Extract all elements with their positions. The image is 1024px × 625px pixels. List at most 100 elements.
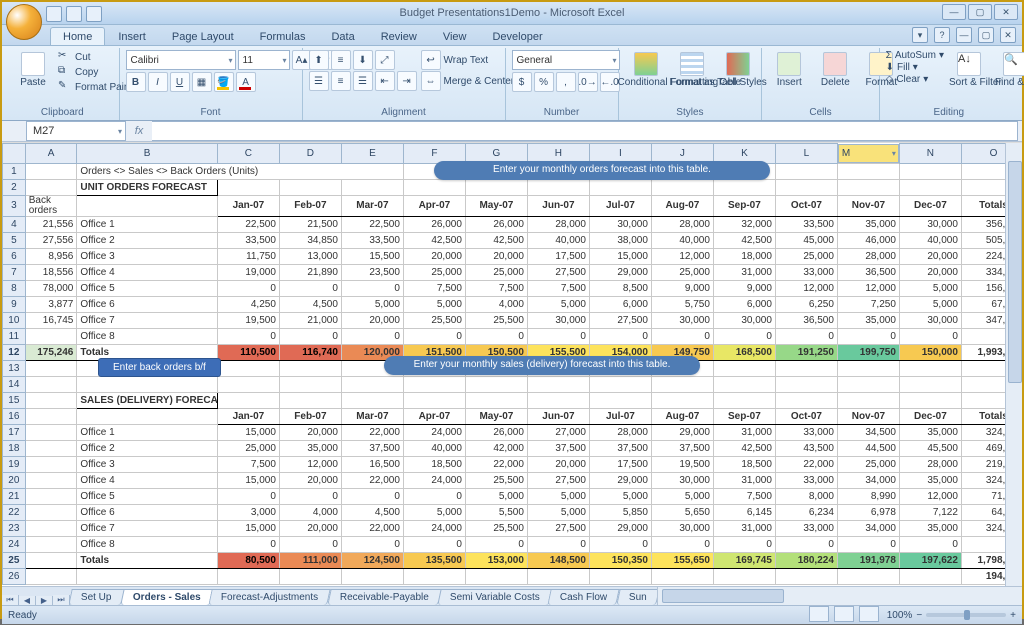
cell[interactable]: 34,000	[837, 472, 899, 488]
cell[interactable]: 35,000	[899, 472, 961, 488]
cell[interactable]: 5,000	[589, 488, 651, 504]
cell[interactable]: 25,000	[403, 264, 465, 280]
cell[interactable]	[837, 360, 899, 376]
cell[interactable]: 110,500	[217, 344, 279, 360]
cell[interactable]: 6,000	[589, 296, 651, 312]
cell[interactable]	[589, 392, 651, 408]
cell[interactable]: 45,000	[775, 232, 837, 248]
cell[interactable]: 124,500	[341, 552, 403, 568]
row-header[interactable]: 13	[3, 360, 26, 376]
cell[interactable]: 0	[217, 488, 279, 504]
col-header[interactable]: D	[279, 144, 341, 164]
cell[interactable]: 15,000	[217, 424, 279, 440]
cell[interactable]: 29,000	[589, 520, 651, 536]
row-header[interactable]: 8	[3, 280, 26, 296]
cell[interactable]: 150,000	[899, 344, 961, 360]
cell[interactable]	[775, 179, 837, 195]
cell[interactable]	[217, 179, 279, 195]
close-button[interactable]: ✕	[994, 4, 1018, 20]
doc-restore-icon[interactable]: ▢	[978, 27, 994, 43]
cell[interactable]: 20,000	[403, 248, 465, 264]
cell[interactable]: 0	[341, 328, 403, 344]
horizontal-scrollbar[interactable]	[657, 587, 1022, 605]
cell[interactable]: 17,500	[589, 456, 651, 472]
cell[interactable]: 7,500	[713, 488, 775, 504]
row-header[interactable]: 2	[3, 179, 26, 195]
cell[interactable]: 0	[589, 536, 651, 552]
bold-button[interactable]: B	[126, 72, 146, 92]
cell[interactable]: Nov-07	[837, 195, 899, 216]
cell[interactable]: 0	[279, 280, 341, 296]
cell[interactable]	[279, 179, 341, 195]
cell[interactable]: 22,000	[775, 456, 837, 472]
page-break-view-button[interactable]	[859, 606, 879, 622]
cell[interactable]: 5,850	[589, 504, 651, 520]
cell[interactable]: 169,745	[713, 552, 775, 568]
col-header[interactable]: B	[77, 144, 218, 164]
cell[interactable]: 35,000	[279, 440, 341, 456]
row-header[interactable]: 21	[3, 488, 26, 504]
cell[interactable]: 0	[341, 488, 403, 504]
cell[interactable]: Feb-07	[279, 195, 341, 216]
doc-minimize-icon[interactable]: —	[956, 27, 972, 43]
row-header[interactable]: 19	[3, 456, 26, 472]
worksheet-area[interactable]: A B C D E F G H I J K L M N O 1 Orders <…	[2, 142, 1022, 586]
cell[interactable]: 6,000	[713, 296, 775, 312]
tab-nav-first[interactable]: ⏮	[2, 595, 19, 605]
cell[interactable]: 7,500	[465, 280, 527, 296]
cell[interactable]: Oct-07	[775, 195, 837, 216]
cell[interactable]	[25, 179, 77, 195]
row-header[interactable]: 4	[3, 216, 26, 232]
qat-save-icon[interactable]	[46, 6, 62, 22]
cell[interactable]	[279, 376, 341, 392]
cell[interactable]: 0	[341, 280, 403, 296]
cell[interactable]	[25, 408, 77, 424]
cell[interactable]: Back orders	[25, 195, 77, 216]
cell[interactable]: 0	[403, 488, 465, 504]
cell[interactable]: Office 8	[77, 328, 218, 344]
normal-view-button[interactable]	[809, 606, 829, 622]
cell[interactable]: 22,500	[217, 216, 279, 232]
cell[interactable]: Office 3	[77, 248, 218, 264]
cell[interactable]: 35,000	[837, 216, 899, 232]
row-header[interactable]: 10	[3, 312, 26, 328]
cell[interactable]: 7,500	[217, 456, 279, 472]
cell[interactable]: 25,000	[651, 264, 713, 280]
cell[interactable]: 0	[899, 328, 961, 344]
cell[interactable]	[527, 392, 589, 408]
cell[interactable]: 42,500	[713, 440, 775, 456]
cell[interactable]: 191,250	[775, 344, 837, 360]
cell[interactable]: 0	[403, 328, 465, 344]
vertical-scrollbar[interactable]	[1005, 143, 1022, 586]
cell[interactable]: 27,500	[527, 472, 589, 488]
col-header[interactable]: N	[899, 144, 961, 164]
cell[interactable]: 6,978	[837, 504, 899, 520]
cell[interactable]: 150,350	[589, 552, 651, 568]
cell[interactable]	[775, 360, 837, 376]
cell[interactable]: 111,000	[279, 552, 341, 568]
cell[interactable]	[713, 392, 775, 408]
cell[interactable]: 5,650	[651, 504, 713, 520]
cell[interactable]: 0	[279, 488, 341, 504]
cell[interactable]: 0	[279, 328, 341, 344]
cell[interactable]: 46,000	[837, 232, 899, 248]
cell[interactable]: 18,500	[713, 456, 775, 472]
row-header[interactable]: 25	[3, 552, 26, 568]
cell[interactable]	[837, 568, 899, 584]
cell[interactable]	[77, 568, 218, 584]
tab-home[interactable]: Home	[50, 27, 105, 45]
ribbon-minimize-icon[interactable]: ▾	[912, 27, 928, 43]
cell[interactable]: 18,556	[25, 264, 77, 280]
cell[interactable]: Feb-07	[279, 408, 341, 424]
cell[interactable]: 31,000	[713, 472, 775, 488]
cell[interactable]: 28,000	[651, 216, 713, 232]
cell[interactable]: 31,000	[713, 264, 775, 280]
cell[interactable]: Jul-07	[589, 195, 651, 216]
cell[interactable]	[25, 456, 77, 472]
hscroll-thumb[interactable]	[662, 589, 784, 603]
cell[interactable]: 0	[713, 536, 775, 552]
cell[interactable]: 175,246	[25, 344, 77, 360]
cell[interactable]: 78,000	[25, 280, 77, 296]
sheet-tab[interactable]: Cash Flow	[548, 589, 621, 605]
cell[interactable]: 0	[899, 536, 961, 552]
